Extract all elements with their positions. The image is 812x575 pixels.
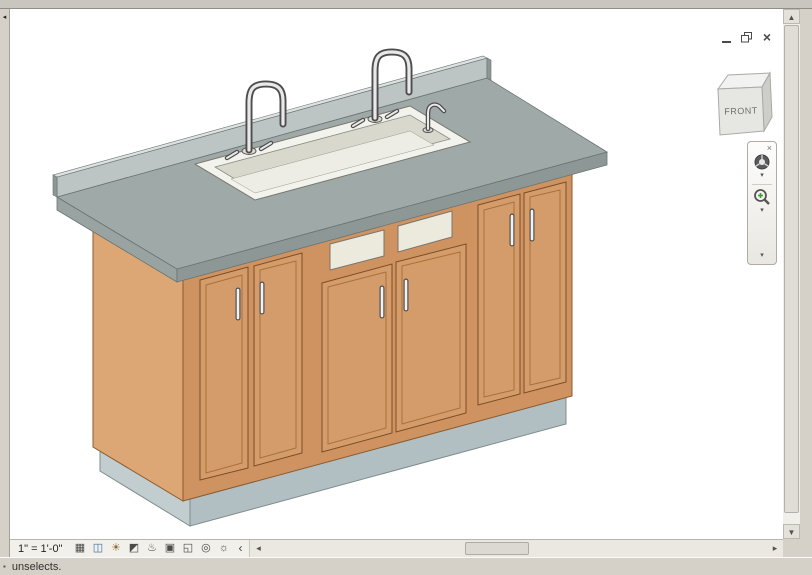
scroll-right-arrow-icon[interactable]: ▸: [768, 540, 782, 557]
scroll-left-arrow-icon[interactable]: ◂: [251, 540, 265, 557]
scale-button[interactable]: 1" = 1'-0": [10, 543, 72, 555]
show-crop-region-icon[interactable]: ◱: [180, 541, 195, 556]
door-slab: [199, 266, 249, 481]
show-rendering-icon[interactable]: ♨: [144, 541, 159, 556]
minimize-icon[interactable]: [721, 40, 731, 43]
viewcube-front-label: FRONT: [724, 105, 758, 116]
cabinet-door-right-1[interactable]: [477, 193, 521, 406]
view-control-icons: ▦ ◫ ☀ ◩ ♨ ▣ ◱ ◎ ☼: [72, 541, 231, 556]
navbar-expand-chevron-icon[interactable]: ▾: [760, 252, 764, 260]
backsplash-end-cap-left: [52, 174, 58, 198]
horizontal-scrollbar-thumb[interactable]: [465, 542, 530, 555]
status-bar: ▪ unselects.: [0, 557, 812, 575]
backsplash-end-cap: [486, 57, 492, 81]
horizontal-scrollbar[interactable]: ◂ ▸: [249, 540, 783, 557]
status-message: unselects.: [11, 560, 62, 573]
wheel-options-chevron-icon[interactable]: ▾: [760, 172, 764, 180]
vertical-scrollbar-thumb[interactable]: [784, 25, 799, 513]
viewcube[interactable]: FRONT: [704, 59, 780, 141]
shadows-icon[interactable]: ◩: [126, 541, 141, 556]
3d-view-scene[interactable]: [10, 9, 783, 539]
detail-level-icon[interactable]: ▦: [72, 541, 87, 556]
navbar-divider: [752, 184, 772, 185]
reveal-hidden-icon[interactable]: ☼: [216, 541, 231, 556]
cabinet-door-center-1[interactable]: [321, 263, 393, 453]
status-grip-icon: ▪: [3, 561, 6, 571]
scroll-up-arrow-icon[interactable]: ▲: [783, 9, 800, 24]
cabinet-door-center-2[interactable]: [395, 243, 467, 433]
steering-wheel-icon[interactable]: [753, 153, 771, 171]
crop-view-icon[interactable]: ▣: [162, 541, 177, 556]
zoom-icon[interactable]: [753, 188, 771, 206]
visual-style-icon[interactable]: ◫: [90, 541, 105, 556]
restore-icon[interactable]: [740, 31, 753, 43]
navigation-bar: × ▾ ▾ ▾: [747, 141, 777, 265]
close-icon[interactable]: ×: [763, 30, 771, 44]
view-window-controls: ×: [721, 30, 771, 44]
navbar-close-icon[interactable]: ×: [767, 143, 772, 153]
temporary-hide-isolate-icon[interactable]: ◎: [198, 541, 213, 556]
view-control-bar: 1" = 1'-0" ▦ ◫ ☀ ◩ ♨ ▣ ◱ ◎ ☼ ‹ ◂ ▸: [10, 539, 783, 557]
sink-cabinet-model[interactable]: [52, 48, 608, 527]
door-slab: [395, 243, 467, 433]
zoom-options-chevron-icon[interactable]: ▾: [760, 207, 764, 215]
window-frame-strip: [0, 0, 812, 9]
drawing-area[interactable]: × FRONT × ▾ ▾ ▾: [10, 9, 783, 539]
view-bar-collapse-arrow-icon[interactable]: ‹: [238, 541, 242, 555]
sun-path-icon[interactable]: ☀: [108, 541, 123, 556]
cabinet-door-left-2[interactable]: [253, 252, 303, 467]
cabinet-door-right-2[interactable]: [523, 181, 567, 394]
scroll-down-arrow-icon[interactable]: ▼: [783, 524, 800, 539]
vertical-scrollbar[interactable]: ▲ ▼: [783, 9, 800, 539]
left-panel-edge: ◂: [0, 9, 10, 557]
panel-collapse-arrow-icon[interactable]: ◂: [0, 14, 9, 22]
cabinet-door-left-1[interactable]: [199, 266, 249, 481]
